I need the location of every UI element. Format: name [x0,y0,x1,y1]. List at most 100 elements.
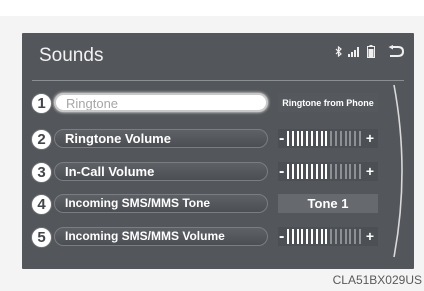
volume-segment [287,164,289,179]
volume-segment [335,229,337,244]
volume-segment [359,131,361,146]
ringtone-volume-slider[interactable]: - + [278,129,378,148]
top-margin [0,0,424,16]
volume-segment [287,229,289,244]
row-label: Ringtone [66,96,119,111]
in-call-volume-slider[interactable]: - + [278,162,378,181]
list-item-sms-tone: 4 Incoming SMS/MMS Tone Tone 1 [22,192,414,216]
row-label: Incoming SMS/MMS Volume [65,229,225,243]
volume-segment [339,229,342,244]
volume-plus-button[interactable]: + [366,227,374,246]
battery-icon [367,45,375,58]
page: Sounds 1 Ringtone Ringtone from Phone 2 … [0,0,424,291]
volume-minus-button[interactable]: - [279,129,284,148]
list-item-sms-volume: 5 Incoming SMS/MMS Volume - + [22,225,414,249]
signal-bars-icon [348,46,361,57]
volume-segment [291,164,294,179]
volume-plus-button[interactable]: + [366,129,374,148]
volume-segment [344,131,347,146]
volume-segment [349,164,352,179]
row-number-badge: 4 [31,194,52,215]
volume-segment [359,229,361,244]
list-item-in-call-volume: 3 In-Call Volume - + [22,160,414,184]
volume-segment [335,164,337,179]
row-label: Ringtone Volume [65,131,171,146]
volume-segment [339,164,342,179]
row-label: Incoming SMS/MMS Tone [65,196,211,210]
row-number-badge: 3 [31,162,52,183]
volume-segment [301,229,304,244]
volume-segment [349,131,352,146]
volume-segment [306,229,309,244]
sms-volume-slider[interactable]: - + [278,227,378,246]
header: Sounds [22,33,414,83]
volume-segment [330,229,333,244]
status-bar [335,45,404,58]
volume-minus-button[interactable]: - [279,162,284,181]
volume-segment [344,164,347,179]
sms-volume-button[interactable]: Incoming SMS/MMS Volume [54,227,268,246]
volume-segment [315,229,318,244]
volume-segment [354,229,357,244]
row-number-badge: 1 [31,93,52,114]
label-underline [59,212,263,213]
volume-segment [320,131,323,146]
ringtone-value-text: Ringtone from Phone [282,97,374,108]
volume-segment [296,131,299,146]
page-title: Sounds [39,45,104,66]
volume-segment [301,131,304,146]
ringtone-button[interactable]: Ringtone [54,93,268,112]
volume-segment [354,131,357,146]
sms-tone-value-text: Tone 1 [307,196,349,211]
volume-segment [330,131,333,146]
volume-level-bars [287,229,365,244]
volume-segment [320,229,323,244]
sms-tone-button[interactable]: Incoming SMS/MMS Tone [54,194,268,213]
volume-level-bars [287,131,365,146]
list-item-ringtone: 1 Ringtone Ringtone from Phone [22,91,414,115]
label-underline [59,147,263,148]
sounds-screen: Sounds 1 Ringtone Ringtone from Phone 2 … [22,33,414,269]
volume-segment [344,229,347,244]
volume-segment [296,164,299,179]
in-call-volume-button[interactable]: In-Call Volume [54,162,268,181]
volume-segment [311,229,313,244]
volume-segment [306,164,309,179]
ringtone-volume-button[interactable]: Ringtone Volume [54,129,268,148]
label-underline [59,180,263,181]
scroll-indicator[interactable] [380,81,410,261]
volume-segment [315,131,318,146]
volume-segment [287,131,289,146]
volume-segment [325,131,328,146]
volume-minus-button[interactable]: - [279,227,284,246]
volume-segment [311,164,313,179]
label-underline [59,245,263,246]
volume-segment [335,131,337,146]
ringtone-value[interactable]: Ringtone from Phone [278,93,378,112]
figure-code: CLA51BX029US [332,273,422,287]
row-label: In-Call Volume [65,164,155,179]
back-arrow-icon[interactable] [387,45,404,58]
volume-segment [291,229,294,244]
row-number-badge: 5 [31,227,52,248]
volume-segment [330,164,333,179]
volume-segment [349,229,352,244]
volume-plus-button[interactable]: + [366,162,374,181]
row-number-badge: 2 [31,129,52,150]
volume-segment [354,164,357,179]
volume-segment [306,131,309,146]
volume-segment [320,164,323,179]
volume-segment [315,164,318,179]
volume-segment [311,131,313,146]
header-divider [32,80,404,81]
volume-segment [325,164,328,179]
volume-segment [359,164,361,179]
volume-segment [291,131,294,146]
sms-tone-value[interactable]: Tone 1 [278,194,378,213]
bluetooth-icon [335,46,342,57]
volume-segment [339,131,342,146]
volume-segment [296,229,299,244]
volume-segment [325,229,328,244]
volume-level-bars [287,164,365,179]
volume-segment [301,164,304,179]
